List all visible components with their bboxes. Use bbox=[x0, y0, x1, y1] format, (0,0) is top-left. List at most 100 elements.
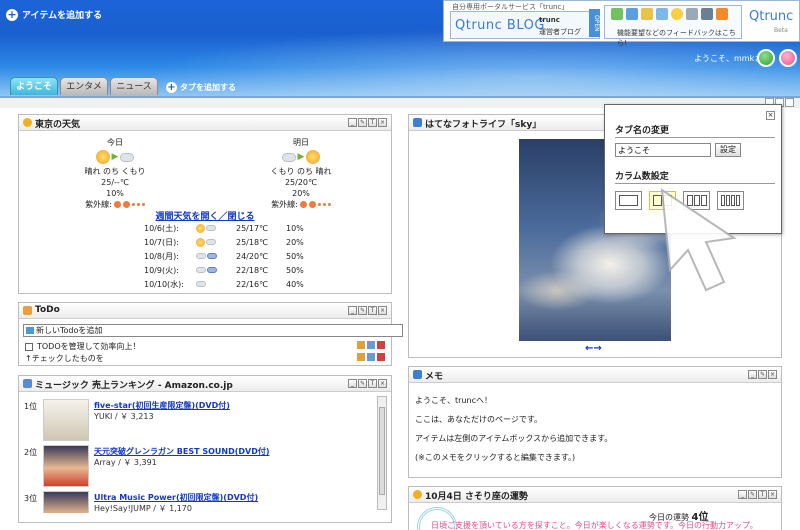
rank-label: 3位 bbox=[24, 494, 38, 503]
new-todo-input[interactable]: 新しいTodoを追加 bbox=[23, 324, 403, 337]
forecast-precip: 10% bbox=[106, 189, 124, 198]
plus-icon: + bbox=[166, 81, 177, 93]
arrow-icon: ▶ bbox=[111, 151, 119, 162]
forecast-icons: ▶ bbox=[241, 148, 361, 166]
minimize-icon[interactable]: _ bbox=[348, 379, 357, 388]
todo-checkbox[interactable] bbox=[25, 342, 33, 351]
uv-dot bbox=[122, 201, 130, 208]
add-item-button[interactable]: + アイテムを追加する bbox=[6, 8, 102, 21]
minimize-icon[interactable]: _ bbox=[738, 490, 747, 499]
close-icon[interactable]: × bbox=[768, 370, 777, 379]
widget-title: ミュージック 売上ランキング - Amazon.co.jp bbox=[35, 381, 233, 391]
logout-round-icon[interactable] bbox=[779, 49, 797, 67]
weekly-date: 10/7(日): bbox=[144, 237, 179, 247]
forecast-precip: 20% bbox=[292, 189, 310, 198]
minimize-icon[interactable]: _ bbox=[348, 306, 357, 315]
tab-name-input[interactable] bbox=[615, 143, 711, 157]
settings-round-icon[interactable] bbox=[757, 49, 775, 67]
todo-item: ↑チェックしたものを bbox=[25, 353, 104, 364]
memo-line: (※このメモをクリックすると編集できます。) bbox=[415, 453, 576, 462]
edit-icon[interactable] bbox=[357, 353, 365, 361]
widget-header: ミュージック 売上ランキング - Amazon.co.jp _ ✎ T × bbox=[19, 376, 391, 392]
delete-icon[interactable] bbox=[377, 341, 385, 349]
tab-welcome[interactable]: ようこそ bbox=[10, 77, 58, 95]
edit-icon[interactable]: ✎ bbox=[758, 370, 767, 379]
edit-icon[interactable]: ✎ bbox=[358, 118, 367, 127]
edit-icon[interactable]: ✎ bbox=[358, 306, 367, 315]
edit-icon[interactable]: ✎ bbox=[358, 379, 367, 388]
header-bar: + アイテムを追加する 自分専用ポータルサービス「trunc」 Qtrunc B… bbox=[0, 0, 800, 96]
feedback-banner[interactable]: 機能要望などのフィードバックはこちら! bbox=[604, 5, 742, 47]
fortune-text: 日頃ご支援を頂いている方を探すこと。今日が楽しくなる運勢です。今日の行動力アップ… bbox=[431, 521, 758, 530]
minimize-icon[interactable]: _ bbox=[348, 118, 357, 127]
tab-news[interactable]: ニュース bbox=[110, 77, 158, 95]
widget-controls: _ ✎ × bbox=[748, 370, 777, 379]
close-icon[interactable] bbox=[785, 98, 794, 107]
weekly-temp: 24/20℃ bbox=[236, 251, 269, 261]
album-title-link[interactable]: Ultra Music Power(初回限定盤)(DVD付) bbox=[94, 492, 258, 503]
arrow-icon: ▶ bbox=[297, 151, 305, 162]
divider bbox=[615, 137, 775, 138]
weekly-precip: 10% bbox=[286, 223, 304, 233]
plus-icon: + bbox=[6, 7, 18, 21]
forecast-icons: ▶ bbox=[55, 148, 175, 166]
forecast-temp: 25/--℃ bbox=[101, 178, 129, 187]
album-cover-image[interactable] bbox=[43, 445, 89, 487]
album-title-link[interactable]: 天元突破グレンラガン BEST SOUND(DVD付) bbox=[94, 446, 270, 457]
trunc-logo[interactable]: Qtrunc bbox=[749, 9, 793, 24]
album-cover-image[interactable] bbox=[43, 491, 89, 513]
sun-icon bbox=[306, 150, 321, 164]
set-button[interactable]: 設定 bbox=[715, 143, 741, 157]
chart-icon bbox=[23, 379, 32, 388]
delete-icon[interactable] bbox=[377, 353, 385, 361]
weekly-precip: 50% bbox=[286, 251, 304, 261]
widget-title: はてなフォトライフ「sky」 bbox=[425, 120, 542, 130]
add-item-label: アイテムを追加する bbox=[22, 11, 103, 21]
music-icon bbox=[656, 8, 668, 20]
widget-controls: _ ✎ T × bbox=[348, 379, 387, 388]
widget-controls: _ ✎ T × bbox=[738, 490, 777, 499]
list-scrollbar[interactable] bbox=[377, 396, 387, 510]
memo-icon bbox=[413, 370, 422, 379]
add-tab-button[interactable]: + タブを追加する bbox=[166, 79, 236, 95]
edit-icon[interactable]: ✎ bbox=[748, 490, 757, 499]
notepad-icon bbox=[23, 306, 32, 315]
todo-text: ↑チェックしたものを bbox=[25, 354, 104, 363]
refresh-icon[interactable]: T bbox=[368, 379, 377, 388]
music-ranking-widget: ミュージック 売上ランキング - Amazon.co.jp _ ✎ T × 1位… bbox=[18, 375, 392, 523]
pencil-icon[interactable] bbox=[367, 353, 375, 361]
widget-title: ToDo bbox=[35, 305, 60, 315]
cloud-icon bbox=[196, 281, 236, 287]
close-icon[interactable]: × bbox=[768, 490, 777, 499]
pencil-icon[interactable] bbox=[367, 341, 375, 349]
sun-cloud-icon bbox=[196, 223, 236, 233]
chart-icon bbox=[626, 8, 638, 20]
ranking-list: 1位 five-star(初回生産限定盤)(DVD付) YUKI / ￥ 3,2… bbox=[19, 393, 381, 513]
edit-icon[interactable] bbox=[357, 341, 365, 349]
album-cover-image[interactable] bbox=[43, 399, 89, 441]
close-icon[interactable]: × bbox=[378, 118, 387, 127]
refresh-icon[interactable]: T bbox=[368, 306, 377, 315]
tab-entame[interactable]: エンタメ bbox=[60, 77, 108, 95]
blog-banner[interactable]: Qtrunc BLOG trunc 運営者ブログ bbox=[450, 11, 600, 39]
refresh-icon[interactable]: T bbox=[368, 118, 377, 127]
rank-label: 2位 bbox=[24, 448, 38, 457]
close-icon[interactable]: × bbox=[378, 379, 387, 388]
todo-actions bbox=[357, 353, 385, 361]
photo-nav-arrows[interactable]: ←→ bbox=[585, 343, 602, 354]
one-column-option[interactable] bbox=[615, 191, 642, 210]
blog-logo: Qtrunc BLOG bbox=[455, 18, 545, 33]
tab-bar: ようこそ エンタメ ニュース + タブを追加する bbox=[10, 77, 236, 95]
uv-dot bbox=[136, 203, 140, 206]
close-icon[interactable]: × bbox=[766, 111, 775, 120]
feedback-icons bbox=[611, 8, 728, 20]
scrollbar-thumb[interactable] bbox=[379, 407, 385, 495]
album-title-link[interactable]: five-star(初回生産限定盤)(DVD付) bbox=[94, 400, 230, 411]
weekly-temp: 22/16℃ bbox=[236, 279, 269, 289]
refresh-icon[interactable]: T bbox=[758, 490, 767, 499]
tomorrow-forecast: 明日 ▶ くもり のち 晴れ 25/20℃ 20% 紫外線: bbox=[241, 137, 361, 210]
widget-title: 10月4日 さそり座の運勢 bbox=[425, 492, 528, 502]
album-artist: Hey!Say!JUMP / ￥ 1,170 bbox=[94, 504, 192, 513]
minimize-icon[interactable]: _ bbox=[748, 370, 757, 379]
close-icon[interactable]: × bbox=[378, 306, 387, 315]
